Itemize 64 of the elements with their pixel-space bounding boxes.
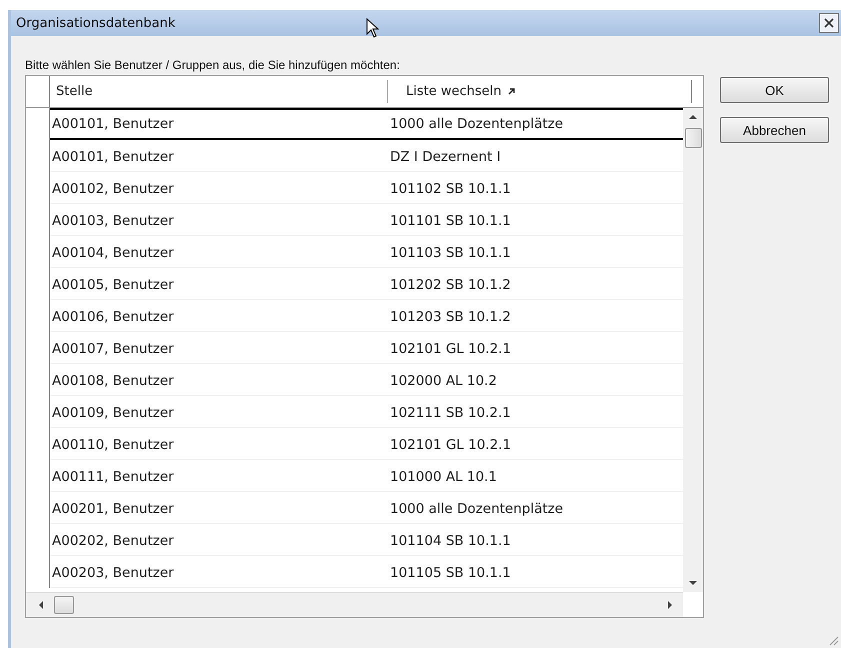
table-row[interactable]: A00110, Benutzer 102101 GL 10.2.1 <box>50 428 683 460</box>
table-cell: 101202 SB 10.1.2 <box>390 276 511 292</box>
table-cell-text: A00103, Benutzer <box>51 212 175 228</box>
table-row[interactable]: A00111, Benutzer 101000 AL 10.1 <box>50 460 683 492</box>
table-row[interactable]: A00106, Benutzer 101203 SB 10.1.2 <box>50 300 683 332</box>
table-cell: 102101 GL 10.2.1 <box>390 340 512 356</box>
table-row[interactable]: A00202, Benutzer 101104 SB 10.1.1 <box>50 524 683 556</box>
vertical-scrollbar[interactable] <box>683 108 703 592</box>
arrow-icon <box>508 88 514 95</box>
scrollbar-thumb[interactable] <box>54 596 74 614</box>
table-cell: DZ I Dezernent I <box>390 148 501 164</box>
table-cell: 101103 SB 10.1.1 <box>390 244 511 260</box>
table-row[interactable]: A00109, Benutzer 102111 SB 10.2.1 <box>50 396 683 428</box>
horizontal-scrollbar[interactable] <box>26 592 683 617</box>
table-cell: 101104 SB 10.1.1 <box>390 532 511 548</box>
table-row[interactable]: A00108, Benutzer 102000 AL 10.2 <box>50 364 683 396</box>
table-cell: 101203 SB 10.1.2 <box>390 308 511 324</box>
table-cell-text: A00110, Benutzer <box>51 436 175 452</box>
cancel-button[interactable]: Abbrechen <box>720 117 829 143</box>
table-cell-text: A00101, Benutzer <box>51 148 175 164</box>
table-cell-text: A00104, Benutzer <box>51 244 175 260</box>
table-cell-text: A00106, Benutzer <box>51 308 175 324</box>
table-cell: 1000 alle Dozentenplätze <box>390 116 564 132</box>
table-cell: 102111 SB 10.2.1 <box>390 404 511 420</box>
table-cell-text: A00105, Benutzer <box>51 276 175 292</box>
table-row[interactable]: A00104, Benutzer 101103 SB 10.1.1 <box>50 236 683 268</box>
mouse-pointer-icon <box>366 18 380 38</box>
table-row[interactable]: A00203, Benutzer 101105 SB 10.1.1 <box>50 556 683 588</box>
ok-button[interactable]: OK <box>720 77 829 103</box>
table-row[interactable]: A00201, Benutzer 1000 alle Dozentenplätze <box>50 492 683 524</box>
column-header[interactable]: Stelle <box>50 80 388 103</box>
table-cell-text: A00108, Benutzer <box>51 372 175 388</box>
table-cell: 101102 SB 10.1.1 <box>390 180 511 196</box>
table-cell-text: A00107, Benutzer <box>51 340 175 356</box>
table-cell-text: A00109, Benutzer <box>51 404 175 420</box>
close-button[interactable] <box>819 13 839 33</box>
scroll-down-icon[interactable] <box>689 580 697 586</box>
table-row[interactable]: A00107, Benutzer 102101 GL 10.2.1 <box>50 332 683 364</box>
table-cell: 102000 AL 10.2 <box>390 372 497 388</box>
close-icon <box>823 17 835 29</box>
table-cell-text: A00202, Benutzer <box>51 532 175 548</box>
table-cell-text: A00102, Benutzer <box>51 180 175 196</box>
scroll-right-icon[interactable] <box>667 601 673 609</box>
scrollbar-thumb[interactable] <box>684 128 702 148</box>
table-cell-text: A00101, Benutzer <box>51 116 175 132</box>
window-title: Organisationsdatenbank <box>16 16 176 30</box>
table-row[interactable]: A00102, Benutzer 101102 SB 10.1.1 <box>50 172 683 204</box>
table-row[interactable]: A00105, Benutzer 101202 SB 10.1.2 <box>50 268 683 300</box>
table-cell: 1000 alle Dozentenplätze <box>390 500 564 516</box>
instruction-text: Bitte wählen Sie Benutzer / Gruppen aus, die Sie hinzufügen möchten: <box>25 58 401 74</box>
resize-grip-icon[interactable] <box>827 634 839 646</box>
column-header[interactable]: Liste wechseln <box>388 80 692 103</box>
scroll-left-icon[interactable] <box>38 601 44 609</box>
table-row[interactable]: A00101, Benutzer DZ I Dezernent I <box>50 140 683 172</box>
scroll-up-icon[interactable] <box>689 114 697 120</box>
table-cell: 101105 SB 10.1.1 <box>390 564 511 580</box>
table-cell-text: A00111, Benutzer <box>51 468 175 484</box>
table-row[interactable]: A00101, Benutzer 1000 alle Dozentenplätze <box>50 108 683 140</box>
table-cell: 102101 GL 10.2.1 <box>390 436 512 452</box>
table-cell-text: A00201, Benutzer <box>51 500 175 516</box>
table-cell-text: A00203, Benutzer <box>51 564 175 580</box>
table-cell: 101000 AL 10.1 <box>390 468 497 484</box>
table-row[interactable]: A00103, Benutzer 101101 SB 10.1.1 <box>50 204 683 236</box>
table-cell: 101101 SB 10.1.1 <box>390 212 511 228</box>
